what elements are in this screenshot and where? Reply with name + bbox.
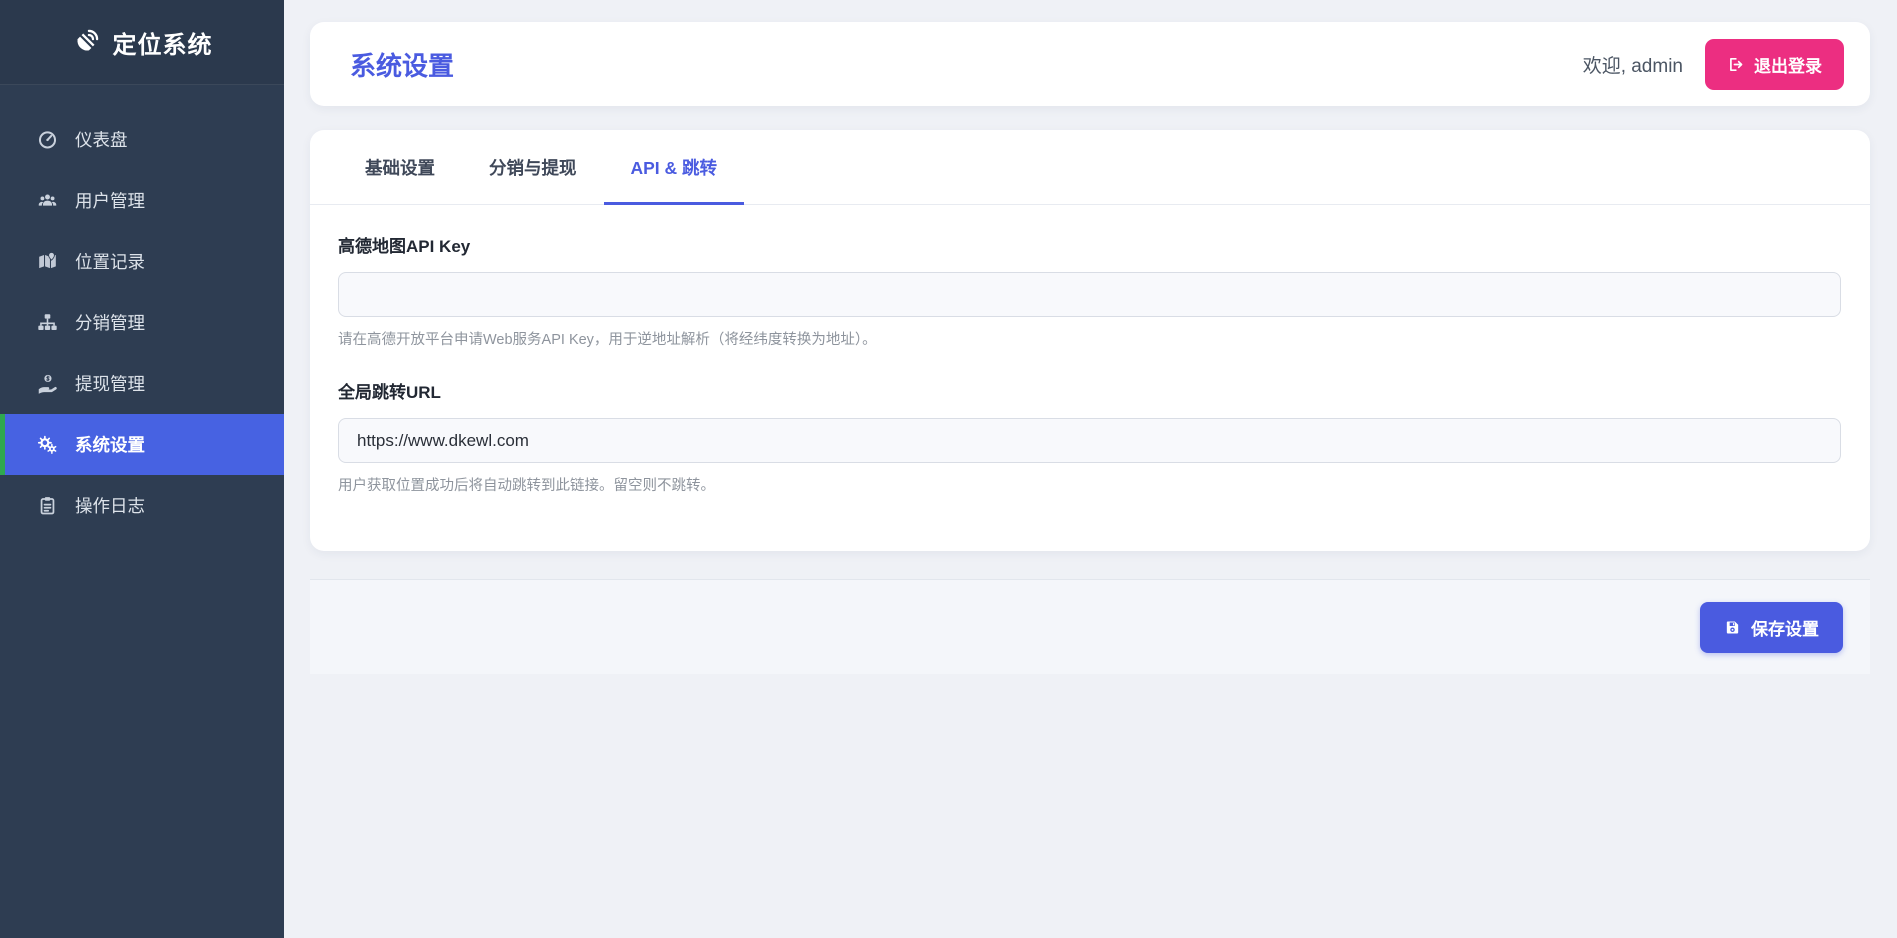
redirect-url-help: 用户获取位置成功后将自动跳转到此链接。留空则不跳转。 xyxy=(338,478,715,494)
sidebar-menu: 仪表盘 用户管理 位置记录 分销管理 提现管理 系统设置 操作日志 xyxy=(0,85,284,536)
satellite-dish-icon xyxy=(72,28,100,56)
logout-label: 退出登录 xyxy=(1754,56,1822,76)
sidebar: 定位系统 仪表盘 用户管理 位置记录 分销管理 提现管理 系统设置 操作日志 xyxy=(0,0,284,938)
sidebar-item-label: 操作日志 xyxy=(75,496,145,516)
settings-form: 高德地图API Key 请在高德开放平台申请Web服务API Key，用于逆地址… xyxy=(310,205,1870,551)
page-header: 系统设置 欢迎, admin 退出登录 xyxy=(310,22,1870,106)
sidebar-item-withdrawals[interactable]: 提现管理 xyxy=(0,353,284,414)
header-right: 欢迎, admin 退出登录 xyxy=(1582,38,1844,90)
sitemap-icon xyxy=(37,312,58,333)
redirect-url-label: 全局跳转URL xyxy=(338,383,441,402)
main-area: 系统设置 欢迎, admin 退出登录 基础设置 分销与提现 API & 跳转 xyxy=(284,0,1897,938)
sidebar-item-logs[interactable]: 操作日志 xyxy=(0,475,284,536)
tab-distribution-withdrawal[interactable]: 分销与提现 xyxy=(462,130,604,205)
sign-out-icon xyxy=(1727,56,1744,73)
gauge-icon xyxy=(37,129,58,150)
sidebar-item-distribution[interactable]: 分销管理 xyxy=(0,292,284,353)
clipboard-icon xyxy=(37,495,58,516)
sidebar-item-dashboard[interactable]: 仪表盘 xyxy=(0,109,284,170)
gears-icon xyxy=(37,434,58,455)
settings-card: 基础设置 分销与提现 API & 跳转 高德地图API Key 请在高德开放平台… xyxy=(310,130,1870,551)
page-title: 系统设置 xyxy=(350,50,455,81)
sidebar-item-label: 仪表盘 xyxy=(75,130,128,150)
amap-api-key-label: 高德地图API Key xyxy=(338,237,471,256)
sidebar-item-settings[interactable]: 系统设置 xyxy=(0,414,284,475)
users-icon xyxy=(37,190,58,211)
app-title: 定位系统 xyxy=(112,31,213,59)
redirect-url-input[interactable] xyxy=(338,418,1841,463)
save-label: 保存设置 xyxy=(1751,619,1819,639)
save-icon xyxy=(1724,619,1741,636)
form-footer: 保存设置 xyxy=(310,579,1870,674)
sidebar-item-label: 用户管理 xyxy=(75,191,145,211)
welcome-text: 欢迎, admin xyxy=(1582,55,1683,77)
logout-button[interactable]: 退出登录 xyxy=(1705,38,1844,90)
sidebar-item-locations[interactable]: 位置记录 xyxy=(0,231,284,292)
app-logo: 定位系统 xyxy=(0,0,284,85)
sidebar-item-label: 分销管理 xyxy=(75,313,145,333)
settings-tabbar: 基础设置 分销与提现 API & 跳转 xyxy=(310,130,1870,205)
tab-basic-settings[interactable]: 基础设置 xyxy=(338,130,462,205)
sidebar-item-label: 提现管理 xyxy=(75,374,145,394)
tab-api-redirect[interactable]: API & 跳转 xyxy=(603,130,745,205)
sidebar-item-label: 位置记录 xyxy=(75,252,145,272)
sidebar-item-users[interactable]: 用户管理 xyxy=(0,170,284,231)
amap-api-key-input[interactable] xyxy=(338,272,1841,317)
hand-dollar-icon xyxy=(37,373,58,394)
save-settings-button[interactable]: 保存设置 xyxy=(1700,601,1843,653)
sidebar-item-label: 系统设置 xyxy=(75,435,145,455)
amap-api-key-help: 请在高德开放平台申请Web服务API Key，用于逆地址解析（将经纬度转换为地址… xyxy=(338,332,877,348)
map-marker-icon xyxy=(37,251,58,272)
